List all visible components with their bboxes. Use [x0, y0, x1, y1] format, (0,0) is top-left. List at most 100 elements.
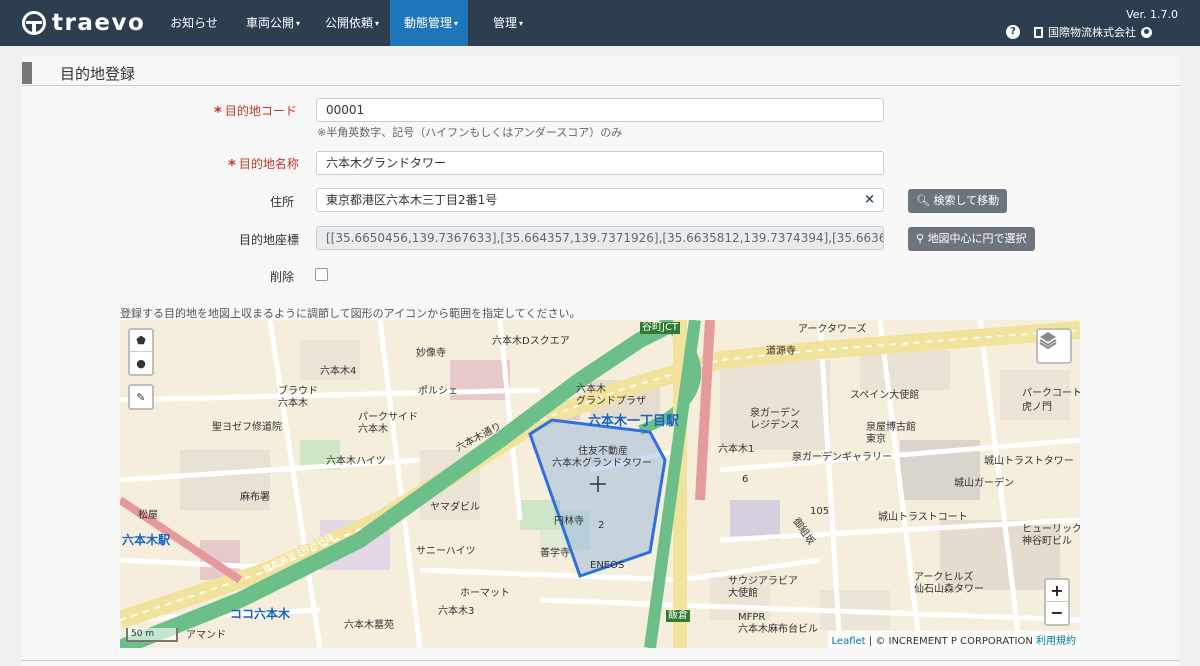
map-label: 105 — [810, 506, 830, 517]
nav-admin[interactable]: 管理 ▾ — [468, 0, 548, 46]
map-label: 六本木一丁目駅 — [588, 414, 680, 429]
traevo-logo[interactable]: traevo — [22, 10, 145, 36]
attribution-text: | © INCREMENT P CORPORATION — [865, 636, 1036, 647]
map-label: ブラウド — [278, 386, 318, 397]
map-label: 城山ガーデン — [954, 478, 1014, 489]
map-label: 住友不動産 — [578, 446, 628, 457]
delete-checkbox[interactable] — [315, 268, 328, 281]
map-label: 泉屋博古館 — [866, 422, 916, 433]
map-label: スペイン大使館 — [850, 390, 920, 401]
nav-vehicle-publish[interactable]: 車両公開 ▾ — [232, 0, 311, 46]
nav-publish-request[interactable]: 公開依頼 ▾ — [311, 0, 390, 46]
map-label: アークタワーズ — [798, 324, 867, 335]
map-scale: 50 m — [126, 628, 178, 642]
map-label: 道源寺 — [766, 346, 796, 357]
title-accent-bar — [22, 62, 32, 84]
map-label: 城山トラストコート — [878, 512, 968, 523]
map-label: ホーマット — [460, 588, 510, 599]
map-label: ココ六本木 — [230, 607, 291, 621]
required-mark: * — [228, 156, 236, 174]
app-version: Ver. 1.7.0 — [1126, 8, 1178, 21]
map-label: サニーハイツ — [416, 546, 476, 557]
circle-select-button[interactable]: ⚲ 地図中心に円で選択 — [908, 227, 1035, 251]
map-label: レジデンス — [750, 420, 800, 431]
map-label: 円林寺 — [554, 516, 584, 527]
delete-label: 削除 — [270, 270, 295, 284]
map-label: 泉ガーデンギャラリー — [792, 452, 892, 463]
map-instructions: 登録する目的地を地図上収まるように調節して図形のアイコンから範囲を指定してくださ… — [120, 307, 581, 320]
map-label: 六本木3 — [438, 606, 475, 617]
leaflet-link[interactable]: Leaflet — [832, 636, 866, 647]
map-label: 六本木ハイツ — [326, 456, 386, 467]
layers-icon — [1039, 332, 1057, 350]
building-icon — [1034, 26, 1043, 38]
zoom-out-button[interactable]: − — [1046, 602, 1068, 624]
address-input[interactable]: 東京都港区六本木三丁目2番1号 × — [316, 188, 884, 212]
map-label: 聖ヨゼフ修道院 — [212, 422, 282, 433]
nav-admin-label: 管理 — [492, 16, 517, 30]
main-nav: お知らせ 車両公開 ▾ 公開依頼 ▾ 動態管理 ▾ 管理 ▾ — [156, 0, 548, 46]
help-icon[interactable]: ? — [1006, 25, 1020, 39]
map-view[interactable]: 谷町JCT アークタワーズ 妙像寺 六本木Dスクエア 道源寺 六本木4 ブラウド… — [120, 320, 1080, 648]
map-label: パークサイド — [358, 412, 418, 423]
company-name: 国際物流株式会社 — [1048, 26, 1136, 39]
map-label: アマンド — [186, 630, 226, 641]
map-label: ENEOS — [590, 560, 625, 571]
caret-down-icon: ▾ — [454, 19, 459, 28]
name-label: * 目的地名称 — [228, 155, 299, 174]
map-label: MFPR — [738, 612, 766, 623]
map-label: 六本木麻布台ビル — [738, 624, 818, 635]
map-label: 六本木グランドタワー — [552, 458, 652, 469]
code-label-text: 目的地コード — [224, 104, 297, 118]
map-label: 六本木1 — [718, 444, 755, 455]
map-label: 松屋 — [138, 510, 158, 521]
circle-tool-icon[interactable]: ● — [130, 352, 152, 374]
map-label: 六本木Dスクエア — [492, 336, 570, 347]
user-icon — [1141, 26, 1152, 38]
edit-icon[interactable]: ✎ — [130, 386, 152, 408]
caret-down-icon: ▾ — [375, 19, 380, 28]
map-label: 六本木駅 — [122, 533, 171, 547]
search-icon: 🔍︎ — [916, 194, 934, 207]
circle-target-icon: ⚲ — [916, 232, 928, 245]
map-label: ヤマダビル — [430, 502, 480, 513]
map-label: 六本木 — [278, 398, 308, 409]
map-label: サウジアラビア — [728, 576, 798, 587]
map-base-layer — [120, 320, 1080, 648]
map-label: 東京 — [866, 434, 886, 445]
terms-link[interactable]: 利用規約 — [1036, 636, 1076, 647]
coords-label: 目的地座標 — [239, 233, 300, 247]
nav-notices[interactable]: お知らせ — [156, 0, 232, 46]
name-input[interactable]: 六本木グランドタワー — [316, 151, 884, 175]
map-label: 妙像寺 — [416, 348, 446, 359]
map-label: 城山トラストタワー — [984, 456, 1074, 467]
logo-text: traevo — [52, 10, 146, 36]
map-label: 谷町JCT — [640, 322, 681, 334]
code-label: * 目的地コード — [214, 102, 297, 121]
nav-tracking[interactable]: 動態管理 ▾ — [390, 0, 468, 46]
map-label: 仙石山森タワー — [914, 584, 984, 595]
coords-input: [[35.6650456,139.7367633],[35.664357,139… — [316, 226, 884, 250]
name-label-text: 目的地名称 — [238, 157, 299, 171]
map-label: パークコート — [1022, 388, 1080, 399]
code-input[interactable]: 00001 — [316, 98, 884, 122]
map-label: 六本木 — [358, 424, 388, 435]
zoom-in-button[interactable]: + — [1046, 580, 1068, 602]
page-title: 目的地登録 — [60, 65, 136, 83]
polygon-tool-icon[interactable]: ⬟ — [130, 330, 152, 352]
map-label: アークヒルズ — [914, 572, 974, 583]
search-move-label: 検索して移動 — [933, 194, 1000, 207]
clear-icon[interactable]: × — [864, 189, 875, 211]
address-value: 東京都港区六本木三丁目2番1号 — [326, 193, 498, 207]
search-move-button[interactable]: 🔍︎ 検索して移動 — [908, 189, 1008, 213]
layers-control[interactable] — [1036, 328, 1072, 364]
caret-down-icon: ▾ — [296, 19, 301, 28]
map-label: グランドプラザ — [576, 396, 646, 407]
company-menu[interactable]: 国際物流株式会社 — [1034, 24, 1152, 40]
edit-toolbar: ✎ — [128, 384, 154, 410]
map-label: 飯倉 — [666, 610, 690, 622]
map-label: 神谷町ビル — [1022, 536, 1072, 547]
bottom-divider — [22, 660, 1180, 661]
nav-vehicle-publish-label: 車両公開 — [246, 16, 295, 30]
steering-wheel-icon — [22, 11, 46, 35]
